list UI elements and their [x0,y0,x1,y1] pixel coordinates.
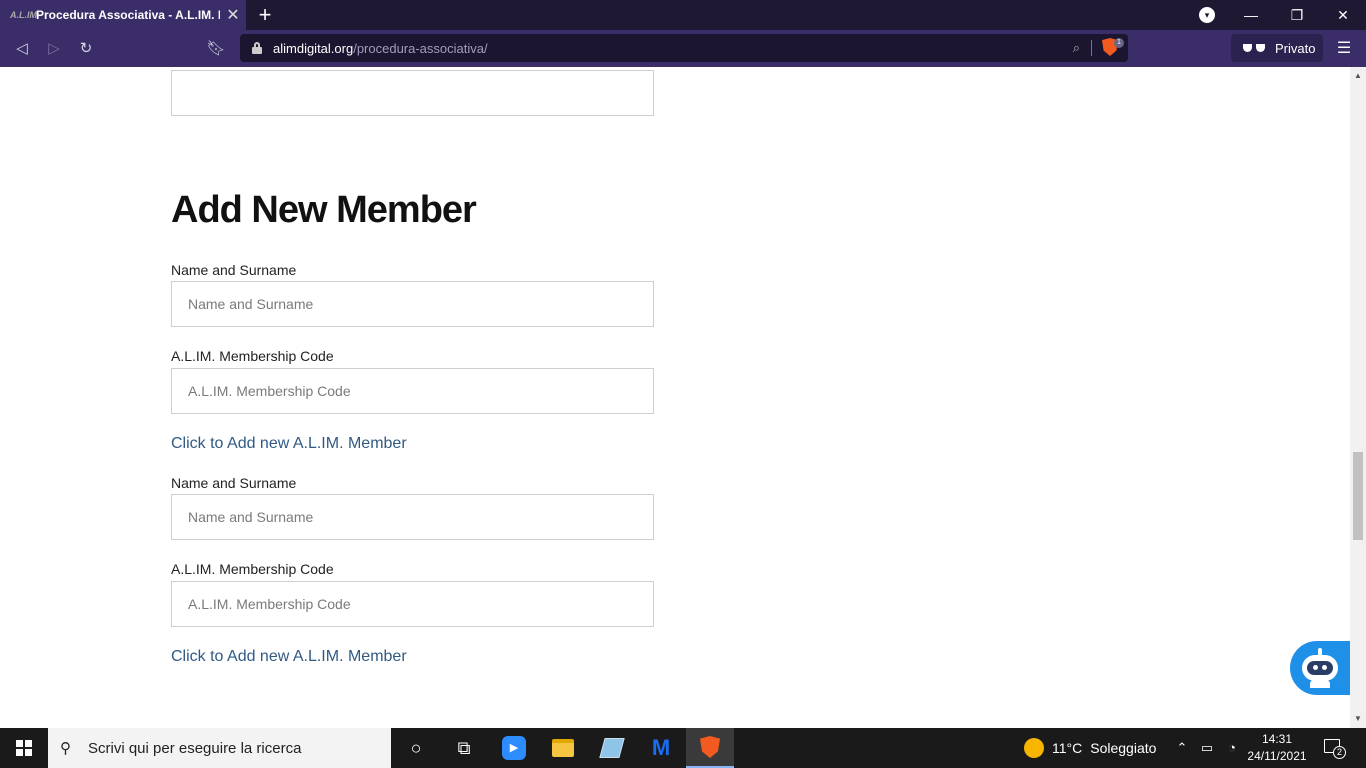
new-tab-button[interactable]: + [252,2,278,28]
private-glasses-icon [1243,44,1265,52]
browser-tab[interactable]: A.L.IM. Procedura Associativa - A.L.IM. … [0,0,246,30]
tab-close-icon[interactable]: ✕ [220,5,246,25]
previous-field[interactable] [171,70,654,116]
sun-icon [1024,738,1044,758]
zoom-app-icon[interactable]: ▶ [490,728,538,768]
notification-count: 2 [1333,746,1346,759]
divider [1091,40,1092,56]
shields-badge: 1 [1114,38,1124,48]
cortana-icon[interactable]: ○ [392,728,440,768]
malwarebytes-icon[interactable]: M [637,728,685,768]
clock-date: 24/11/2021 [1247,749,1307,763]
name-label: Name and Surname [171,262,297,278]
start-button[interactable] [0,728,48,768]
browser-toolbar: ◁ ▷ ↻ 🔖︎ alimdigital.org/procedura-assoc… [0,30,1366,67]
weather-temperature: 11°C [1052,740,1083,756]
brave-browser-icon[interactable] [686,728,734,768]
url-text[interactable]: alimdigital.org/procedura-associativa/ [273,41,488,56]
weather-widget[interactable]: 11°C Soleggiato [1024,728,1156,768]
brave-shields-icon[interactable]: 1 [1102,38,1124,58]
add-member-link[interactable]: Click to Add new A.L.IM. Member [171,435,407,453]
name-input[interactable] [172,282,653,326]
previous-input[interactable] [172,71,653,115]
scrollbar-thumb[interactable] [1353,452,1363,540]
search-icon: ⚲ [60,740,71,757]
reload-button[interactable]: ↻ [73,36,99,62]
windows-taskbar: ⚲ Scrivi qui per eseguire la ricerca ○ ⧉… [0,728,1366,768]
private-window-indicator[interactable]: Privato [1231,34,1323,62]
weather-description: Soleggiato [1090,740,1157,756]
code-label: A.L.IM. Membership Code [171,561,334,577]
restore-button[interactable]: ❐ [1274,0,1320,30]
private-label: Privato [1275,40,1316,56]
name-field[interactable] [171,494,654,540]
hamburger-menu-icon[interactable]: ☰ [1334,38,1354,58]
code-label: A.L.IM. Membership Code [171,348,334,364]
bookmark-icon[interactable]: 🔖︎ [203,36,229,62]
name-input[interactable] [172,495,653,539]
scroll-up-icon[interactable]: ▲ [1350,69,1366,83]
search-placeholder: Scrivi qui per eseguire la ricerca [88,739,302,757]
file-explorer-icon[interactable] [539,728,587,768]
tab-title: Procedura Associativa - A.L.IM. Di [36,8,220,22]
notification-center-icon[interactable]: 2 [1322,736,1346,760]
windows-logo-icon [16,740,32,756]
lock-icon[interactable] [252,42,262,54]
chatbot-button[interactable] [1290,641,1350,695]
add-member-link[interactable]: Click to Add new A.L.IM. Member [171,648,407,666]
zoom-icon[interactable]: ⌕ [1073,40,1080,56]
code-field[interactable] [171,581,654,627]
back-button[interactable]: ◁ [9,36,35,62]
vertical-scrollbar[interactable]: ▲ ▼ [1350,67,1366,728]
notepad-icon[interactable] [588,728,636,768]
taskbar-search[interactable]: ⚲ Scrivi qui per eseguire la ricerca [48,728,391,768]
page-content: Add New Member Name and Surname A.L.IM. … [0,67,1350,728]
browser-tab-bar: A.L.IM. Procedura Associativa - A.L.IM. … [0,0,1366,30]
page-title: Add New Member [171,189,477,231]
site-favicon-icon: A.L.IM. [10,10,40,20]
task-view-icon[interactable]: ⧉ [440,728,488,768]
scroll-down-icon[interactable]: ▼ [1350,712,1366,726]
wifi-icon[interactable]: ◔ [1220,728,1244,768]
close-window-button[interactable]: ✕ [1320,0,1366,30]
forward-button[interactable]: ▷ [41,36,67,62]
robot-icon [1298,647,1342,689]
system-clock[interactable]: 14:31 24/11/2021 [1246,731,1308,765]
minimize-button[interactable]: — [1228,0,1274,30]
name-field[interactable] [171,281,654,327]
code-input[interactable] [172,582,653,626]
code-field[interactable] [171,368,654,414]
code-input[interactable] [172,369,653,413]
address-bar[interactable]: alimdigital.org/procedura-associativa/ ⌕… [240,34,1128,62]
clock-time: 14:31 [1261,732,1293,746]
name-label: Name and Surname [171,475,297,491]
display-icon[interactable]: ▭ [1195,728,1219,768]
tab-search-icon[interactable]: ▾ [1199,7,1215,23]
show-hidden-icons[interactable]: ⌃ [1170,728,1194,768]
